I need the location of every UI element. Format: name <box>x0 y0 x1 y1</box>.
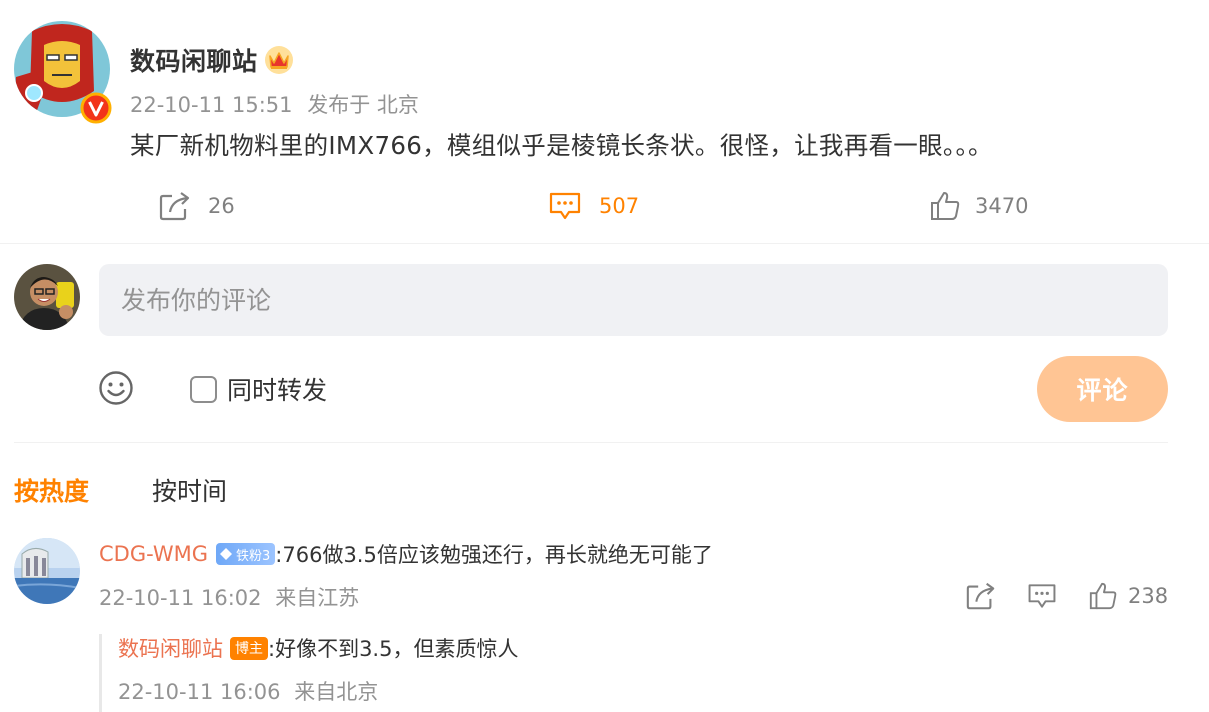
like-button[interactable]: 3470 <box>929 187 1028 225</box>
thumbs-up-icon <box>1089 582 1117 610</box>
comment-icon <box>549 192 581 220</box>
post-meta: 22-10-11 15:51 发布于 北京 <box>130 89 419 119</box>
reply-date: 22-10-11 16:06 <box>118 680 281 704</box>
comment-text: :766做3.5倍应该勉强还行，再长就绝无可能了 <box>275 543 713 567</box>
reply-username[interactable]: 数码闲聊站 <box>118 633 223 663</box>
reply-location: 来自北京 <box>294 680 379 704</box>
verified-badge-icon <box>80 92 112 124</box>
reply-text: :好像不到3.5，但素质惊人 <box>268 637 519 661</box>
diamond-icon <box>220 548 232 560</box>
also-repost-checkbox[interactable] <box>190 375 217 403</box>
like-count: 3470 <box>975 194 1029 218</box>
emoji-icon[interactable] <box>98 370 134 406</box>
submit-comment-button[interactable]: 评论 <box>1037 356 1168 422</box>
comment-reply-icon[interactable] <box>1026 578 1058 614</box>
author-name[interactable]: 数码闲聊站 <box>130 42 258 78</box>
comment-like-count: 238 <box>1128 584 1169 608</box>
reply-meta: 22-10-11 16:06 来自北京 <box>118 676 378 706</box>
post-date[interactable]: 22-10-11 15:51 <box>130 93 293 117</box>
comment-location: 来自江苏 <box>275 586 360 610</box>
also-repost-label: 同时转发 <box>227 376 328 405</box>
comment-username[interactable]: CDG-WMG <box>99 542 208 566</box>
author-badge: 博主 <box>230 636 268 660</box>
comment-button[interactable]: 507 <box>547 187 639 225</box>
divider <box>14 442 1168 443</box>
comment-input[interactable] <box>99 264 1168 336</box>
repost-count: 26 <box>208 194 235 218</box>
fan-badge-label: 铁粉3 <box>236 548 271 564</box>
reply-thread-bar <box>99 634 102 712</box>
comment-like-button[interactable]: 238 <box>1088 578 1168 614</box>
tab-sort-by-hot[interactable]: 按热度 <box>14 472 89 508</box>
my-avatar[interactable] <box>14 264 80 330</box>
author-row: 数码闲聊站 <box>130 40 294 80</box>
repost-icon <box>159 192 190 221</box>
comment-count: 507 <box>599 194 640 218</box>
crown-icon <box>264 46 293 74</box>
comment-date: 22-10-11 16:02 <box>99 586 262 610</box>
divider <box>0 243 1209 244</box>
fan-badge[interactable]: 铁粉3 <box>216 543 276 565</box>
comment-repost-icon[interactable] <box>965 578 997 614</box>
post-text: 某厂新机物料里的IMX766，模组似乎是棱镜长条状。很怪，让我再看一眼。。。 <box>130 131 993 160</box>
commenter-avatar[interactable] <box>14 538 80 604</box>
also-repost-toggle[interactable]: 同时转发 <box>190 370 327 408</box>
repost-button[interactable]: 26 <box>158 187 235 225</box>
post-location: 发布于 北京 <box>307 93 419 117</box>
thumbs-up-icon <box>931 192 960 220</box>
reply-line: 数码闲聊站 博主 :好像不到3.5，但素质惊人 <box>118 632 518 664</box>
comment-line: CDG-WMG 铁粉3 :766做3.5倍应该勉强还行，再长就绝无可能了 <box>99 538 713 570</box>
tab-sort-by-time[interactable]: 按时间 <box>152 472 227 508</box>
comment-meta: 22-10-11 16:02 来自江苏 <box>99 582 359 612</box>
